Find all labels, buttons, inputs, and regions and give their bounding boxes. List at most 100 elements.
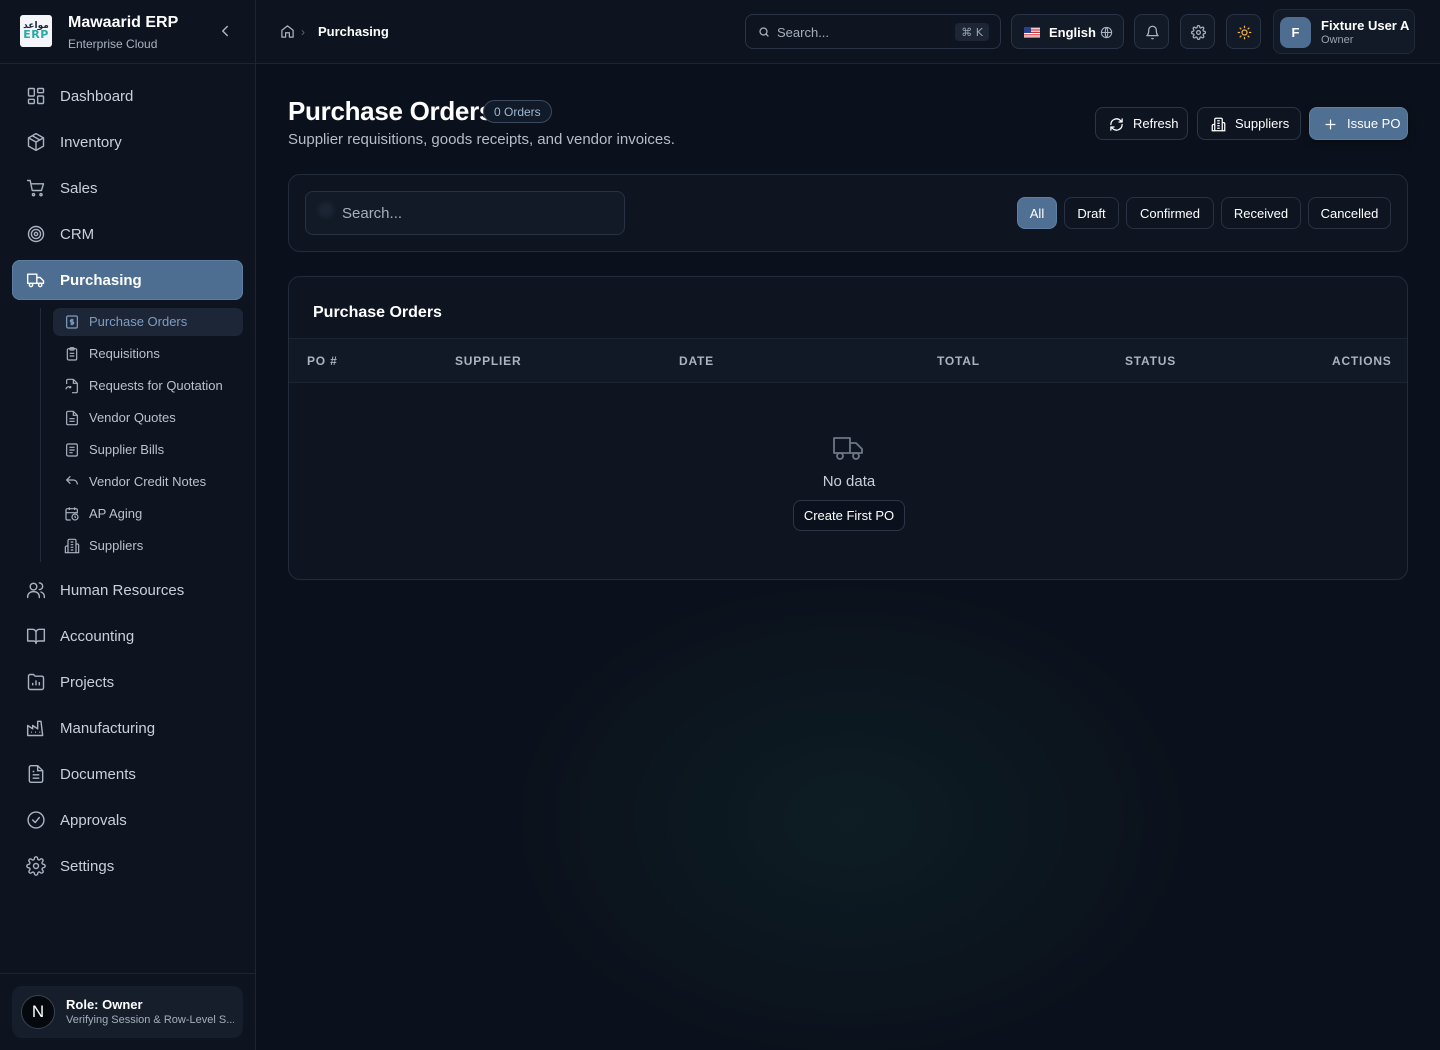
filter-bar: Search... All Draft Confirmed Received C… [288, 174, 1408, 252]
suppliers-button[interactable]: Suppliers [1197, 107, 1301, 140]
sidebar-item-documents[interactable]: Documents [12, 754, 243, 794]
subnav-item-label: Purchase Orders [89, 314, 188, 329]
us-flag-icon [1024, 27, 1040, 38]
gear-icon [1191, 25, 1206, 40]
folder-chart-icon [27, 673, 45, 691]
column-header-actions: ACTIONS [1332, 354, 1392, 368]
globe-icon [1100, 26, 1113, 39]
sidebar-item-human-resources[interactable]: Human Resources [12, 570, 243, 610]
global-search-input[interactable]: Search... ⌘ K [745, 14, 1001, 49]
subnav-item-requests-for-quotation[interactable]: Requests for Quotation [53, 372, 243, 400]
subnav-item-purchase-orders[interactable]: Purchase Orders [53, 308, 243, 336]
sidebar-item-crm[interactable]: CRM [12, 214, 243, 254]
background-glow [480, 560, 1220, 1050]
building-icon [64, 538, 80, 554]
search-icon [318, 202, 334, 218]
subnav-item-vendor-credit-notes[interactable]: Vendor Credit Notes [53, 468, 243, 496]
global-search-placeholder: Search... [777, 25, 830, 40]
breadcrumb-current: Purchasing [318, 24, 389, 39]
collapse-sidebar-button[interactable] [216, 22, 234, 40]
brand-logo-latin: ERP [23, 28, 49, 42]
filter-chip-received[interactable]: Received [1221, 197, 1301, 229]
sidebar-item-label: Projects [60, 673, 115, 691]
users-icon [26, 582, 46, 599]
sidebar-item-label: Approvals [60, 811, 127, 829]
truck-icon [26, 273, 45, 288]
refresh-button[interactable]: Refresh [1095, 107, 1188, 140]
plus-icon [1325, 119, 1336, 130]
building-icon [1211, 117, 1226, 132]
po-search-input[interactable]: Search... [305, 191, 625, 235]
user-role: Owner [1321, 34, 1354, 46]
calendar-clock-icon [65, 507, 79, 521]
notifications-button[interactable] [1134, 14, 1169, 49]
issue-po-button[interactable]: Issue PO [1309, 107, 1408, 140]
target-icon [27, 225, 45, 243]
truck-icon [833, 437, 863, 460]
subnav-item-ap-aging[interactable]: AP Aging [53, 500, 243, 528]
subnav-item-label: Supplier Bills [89, 442, 165, 457]
user-name: Fixture User A [1321, 18, 1410, 33]
subnav-item-label: Suppliers [89, 538, 144, 553]
column-header-supplier[interactable]: SUPPLIER [455, 354, 521, 368]
sidebar-item-inventory[interactable]: Inventory [12, 122, 243, 162]
sidebar-item-accounting[interactable]: Accounting [12, 616, 243, 656]
table-title: Purchase Orders [313, 304, 442, 321]
language-label: English [1049, 25, 1096, 40]
role-status-card[interactable]: N Role: Owner Verifying Session & Row-Le… [12, 986, 243, 1038]
sidebar-item-label: Inventory [60, 133, 122, 151]
sidebar-item-purchasing[interactable]: Purchasing [12, 260, 243, 300]
theme-toggle-button[interactable] [1226, 14, 1261, 49]
sidebar-item-projects[interactable]: Projects [12, 662, 243, 702]
sidebar-item-manufacturing[interactable]: Manufacturing [12, 708, 243, 748]
suppliers-button-label: Suppliers [1235, 116, 1290, 131]
column-header-date[interactable]: DATE [679, 354, 714, 368]
box-icon [27, 132, 45, 152]
settings-button[interactable] [1180, 14, 1215, 49]
sidebar-item-sales[interactable]: Sales [12, 168, 243, 208]
filter-chip-all[interactable]: All [1017, 197, 1057, 229]
sidebar-footer-divider [0, 973, 255, 974]
brand-name: Mawaarid ERP [68, 14, 179, 31]
subnav-item-suppliers[interactable]: Suppliers [53, 532, 243, 560]
subnav-item-label: Vendor Credit Notes [89, 474, 207, 489]
home-icon[interactable] [280, 24, 295, 39]
filter-chip-draft[interactable]: Draft [1064, 197, 1119, 229]
sidebar-item-label: Sales [60, 179, 98, 197]
subnav-item-vendor-quotes[interactable]: Vendor Quotes [53, 404, 243, 432]
filter-chip-cancelled[interactable]: Cancelled [1308, 197, 1391, 229]
dashboard-icon [27, 87, 45, 105]
filter-chip-confirmed[interactable]: Confirmed [1126, 197, 1214, 229]
topbar: › Purchasing Search... ⌘ K English F Fix… [256, 0, 1440, 64]
page-title: Purchase Orders [288, 96, 494, 126]
refresh-button-label: Refresh [1133, 116, 1179, 131]
orders-count-badge: 0 Orders [483, 100, 552, 123]
file-icon [28, 764, 44, 784]
sidebar-item-label: Purchasing [60, 271, 142, 289]
column-header-status[interactable]: STATUS [1125, 354, 1176, 368]
column-header-po-number[interactable]: PO # [307, 354, 338, 368]
sidebar-item-settings[interactable]: Settings [12, 846, 243, 886]
column-header-total[interactable]: TOTAL [937, 354, 980, 368]
breadcrumb-separator: › [301, 25, 305, 39]
subnav-item-label: Requests for Quotation [89, 378, 223, 393]
subnav-item-requisitions[interactable]: Requisitions [53, 340, 243, 368]
role-title: Role: Owner [66, 997, 143, 1012]
page-subtitle: Supplier requisitions, goods receipts, a… [288, 131, 675, 148]
sidebar-item-dashboard[interactable]: Dashboard [12, 76, 243, 116]
user-menu[interactable]: F Fixture User A Owner [1273, 9, 1415, 54]
create-first-po-button[interactable]: Create First PO [793, 500, 905, 531]
language-selector[interactable]: English [1011, 14, 1124, 49]
book-icon [26, 628, 46, 645]
subnav-item-supplier-bills[interactable]: Supplier Bills [53, 436, 243, 464]
empty-state-text: No data [822, 473, 876, 490]
sidebar-item-approvals[interactable]: Approvals [12, 800, 243, 840]
search-icon [759, 27, 769, 37]
bell-icon [1146, 25, 1159, 40]
avatar: F [1280, 17, 1311, 48]
chevron-left-icon [222, 25, 228, 37]
sidebar-item-label: Settings [60, 857, 115, 875]
refresh-icon [1110, 118, 1123, 131]
factory-icon [26, 720, 44, 737]
brand-subtitle: Enterprise Cloud [68, 37, 158, 51]
